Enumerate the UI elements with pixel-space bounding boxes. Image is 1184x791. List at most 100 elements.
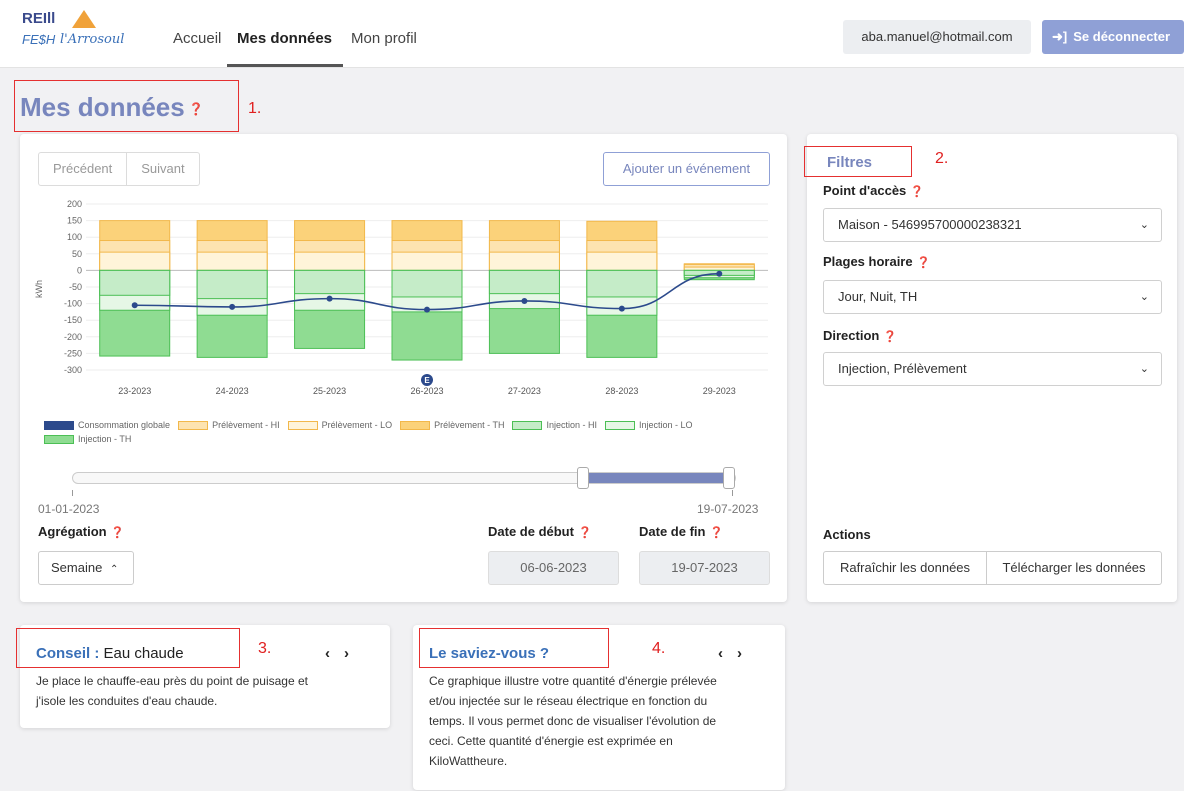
direction-select[interactable]: Injection, Prélèvement ⌄ [823, 352, 1162, 386]
legend-item[interactable]: Prélèvement - HI [178, 420, 280, 430]
logo-sub2: l'Arrosoul [60, 32, 125, 47]
slider-range-fill [583, 473, 727, 483]
consumption-point [521, 297, 528, 304]
bar-injection-hi-28-2023 [586, 269, 658, 298]
x-tick-label: 23-2023 [118, 386, 151, 396]
logo[interactable]: REIll FE$H l'Arrosoul [22, 10, 152, 50]
logout-button[interactable]: ➜] Se déconnecter [1042, 20, 1184, 54]
actions-label: Actions [823, 527, 871, 542]
legend-item[interactable]: Prélèvement - TH [400, 420, 504, 430]
download-button[interactable]: Télécharger les données [986, 551, 1162, 585]
legend-item[interactable]: Injection - HI [512, 420, 597, 430]
bar-injection-hi-27-2023 [488, 269, 560, 295]
help-icon: ❓ [916, 257, 931, 269]
prev-button[interactable]: Précédent [39, 153, 126, 185]
legend-label: Prélèvement - HI [212, 420, 280, 430]
legend-swatch [287, 420, 318, 430]
help-icon: ❓ [883, 331, 898, 343]
legend-label: Prélèvement - TH [434, 420, 505, 430]
refresh-button[interactable]: Rafraîchir les données [823, 551, 987, 585]
logo-sub: FE$H [22, 32, 56, 47]
active-tab-indicator [227, 64, 343, 67]
legend-item[interactable]: Prélèvement - LO [287, 420, 392, 430]
consumption-point [131, 302, 138, 309]
consumption-point [618, 305, 625, 312]
user-email: aba.manuel@hotmail.com [843, 20, 1031, 54]
y-tick-label: 100 [67, 232, 82, 242]
aggregation-label: Agrégation ❓ [38, 524, 125, 539]
filters-card: Filtres Point d'accès ❓ Maison - 54699570… [807, 134, 1177, 602]
logout-label: Se déconnecter [1073, 29, 1171, 44]
x-tick-label: 26-2023 [410, 386, 443, 396]
date-fin-input[interactable]: 19-07-2023 [639, 551, 770, 585]
direction-value: Injection, Prélèvement [838, 361, 967, 376]
range-start-label: 01-01-2023 [38, 502, 100, 516]
slider-handle-start[interactable] [577, 467, 589, 489]
y-tick-label: 150 [67, 216, 82, 226]
y-tick-label: -100 [64, 299, 82, 309]
slider-tick-start [72, 490, 73, 496]
aggregation-select[interactable]: Semaine ⌃ [38, 551, 134, 585]
pagination-group: Précédent Suivant [38, 152, 200, 186]
annotation-box-3 [16, 628, 240, 668]
annotation-box-2 [804, 146, 912, 177]
legend-swatch [178, 420, 209, 430]
y-tick-label: -50 [69, 282, 82, 292]
legend-item[interactable]: Consommation globale [44, 420, 170, 430]
bar-injection-hi-26-2023 [391, 269, 463, 298]
range-end-label: 19-07-2023 [697, 502, 759, 516]
consumption-point [424, 306, 430, 313]
logout-icon: ➜] [1052, 29, 1068, 44]
next-button[interactable]: Suivant [126, 153, 198, 185]
nav-mes-donnees[interactable]: Mes données [237, 30, 332, 47]
chevron-up-icon: ⌃ [109, 564, 119, 575]
chart-legend: Consommation globale Prélèvement - HI Prél… [44, 420, 744, 448]
plages-select[interactable]: Jour, Nuit, TH ⌄ [823, 280, 1162, 314]
legend-swatch [44, 434, 74, 444]
legend-item[interactable]: Injection - TH [44, 434, 131, 444]
bar-pr-l-vement-lo-25-2023 [294, 251, 366, 271]
consumption-point [716, 270, 723, 277]
consumption-point [229, 303, 236, 310]
x-tick-label: 25-2023 [313, 386, 346, 396]
chevron-down-icon: ⌄ [1139, 291, 1149, 303]
saviez-text: Ce graphique illustre votre quantité d'é… [429, 674, 717, 768]
annotation-num-4: 4. [652, 640, 666, 657]
bar-injection-hi-25-2023 [294, 269, 366, 295]
saviez-nav-arrows[interactable]: ‹› [718, 645, 756, 662]
slider-handle-end[interactable] [723, 467, 735, 489]
annotation-box-1 [14, 80, 239, 132]
bar-pr-l-vement-lo-23-2023 [99, 251, 171, 271]
help-icon: ❓ [709, 527, 724, 539]
x-tick-label: 27-2023 [508, 386, 541, 396]
date-debut-label: Date de début ❓ [488, 524, 592, 539]
date-range-slider[interactable] [72, 467, 736, 489]
annotation-box-4 [419, 628, 609, 668]
y-tick-label: -300 [64, 365, 82, 375]
help-icon: ❓ [910, 186, 924, 198]
date-debut-input[interactable]: 06-06-2023 [488, 551, 619, 585]
nav-accueil[interactable]: Accueil [173, 30, 221, 47]
y-tick-label: -200 [64, 332, 82, 342]
plages-value: Jour, Nuit, TH [838, 289, 918, 304]
legend-item[interactable]: Injection - LO [605, 420, 693, 430]
y-tick-label: 0 [77, 265, 82, 275]
chevron-down-icon: ⌄ [1139, 219, 1149, 231]
help-icon: ❓ [110, 527, 125, 539]
y-tick-label: -250 [64, 348, 82, 358]
point-acces-select[interactable]: Maison - 546995700000238321 ⌄ [823, 208, 1162, 242]
legend-swatch [512, 420, 543, 430]
conseil-text: Je place le chauffe-eau près du point de… [36, 674, 308, 708]
conseil-nav-arrows[interactable]: ‹› [325, 645, 363, 662]
x-tick-label: 24-2023 [216, 386, 249, 396]
nav-mon-profil[interactable]: Mon profil [351, 30, 417, 47]
bar-pr-l-vement-lo-27-2023 [488, 251, 560, 271]
bar-injection-hi-24-2023 [196, 269, 268, 300]
x-tick-label: 29-2023 [703, 386, 736, 396]
y-axis-label: kWh [34, 280, 44, 298]
legend-label: Injection - LO [639, 420, 693, 430]
legend-label: Consommation globale [78, 420, 171, 430]
add-event-button[interactable]: Ajouter un événement [603, 152, 770, 186]
chevron-down-icon: ⌄ [1139, 363, 1149, 375]
chart-card: Précédent Suivant Ajouter un événement k… [20, 134, 787, 602]
